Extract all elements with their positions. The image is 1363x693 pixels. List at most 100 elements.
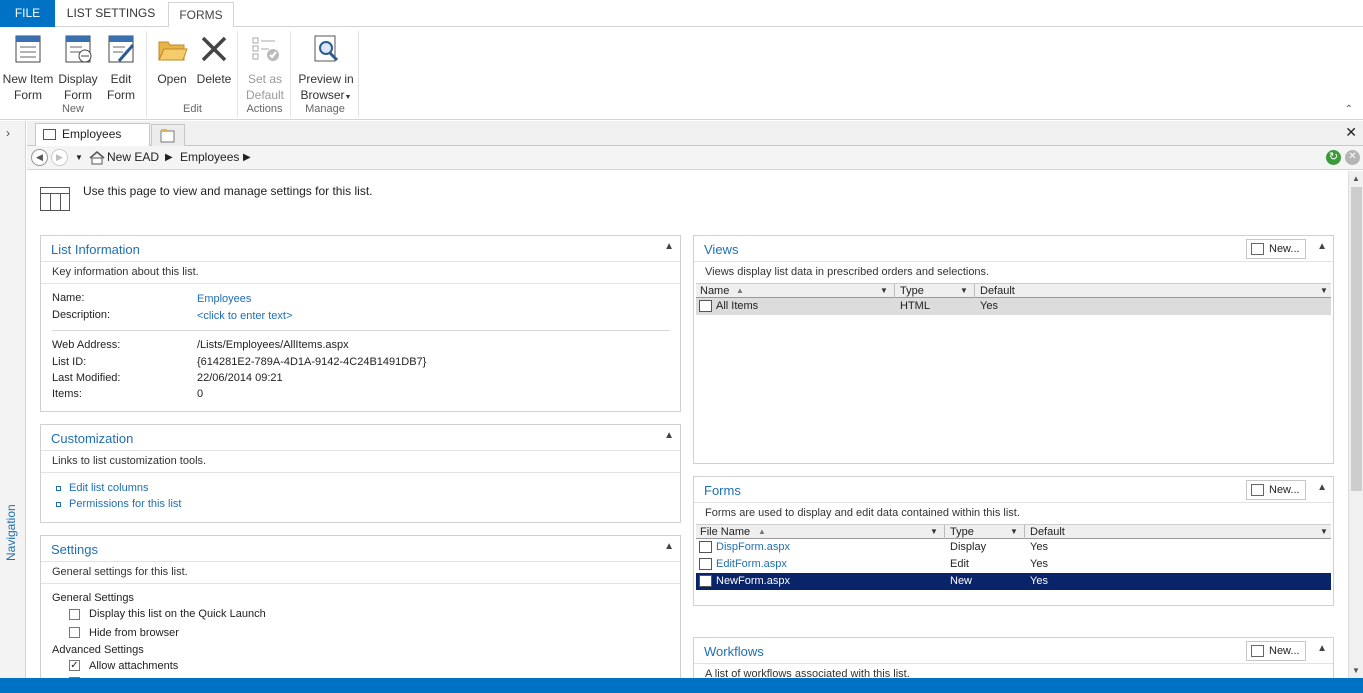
workflows-title: Workflows xyxy=(704,644,764,659)
vertical-scrollbar[interactable]: ▲ ▼ xyxy=(1348,171,1363,678)
collapse-chevron-icon[interactable]: ▲ xyxy=(1317,643,1327,654)
table-row[interactable]: DispForm.aspx Display Yes xyxy=(696,539,1331,556)
doc-tab-employees[interactable]: Employees xyxy=(35,123,150,146)
view-type: HTML xyxy=(900,300,930,312)
list-id-value: {614281E2-789A-4D1A-9142-4C24B1491DB7} xyxy=(197,356,427,368)
display-form-button[interactable]: Display Form xyxy=(56,31,100,103)
breadcrumb-end-separator-icon[interactable]: ▶ xyxy=(243,152,251,163)
filter-dropdown-icon[interactable]: ▼ xyxy=(928,525,940,539)
col-divider[interactable] xyxy=(944,525,945,539)
quick-launch-checkbox[interactable] xyxy=(69,609,80,620)
panel-divider xyxy=(41,472,680,473)
panel-divider xyxy=(694,502,1333,503)
close-tab-icon[interactable]: ✕ xyxy=(1345,124,1357,141)
filter-dropdown-icon[interactable]: ▼ xyxy=(958,284,970,298)
expand-navigation-icon[interactable]: › xyxy=(6,126,10,140)
display-form-icon xyxy=(65,35,92,63)
col-name[interactable]: Name xyxy=(700,285,729,297)
filter-dropdown-icon[interactable]: ▼ xyxy=(1318,284,1330,298)
last-modified-label: Last Modified: xyxy=(52,372,121,384)
new-form-button[interactable]: New... xyxy=(1246,480,1306,500)
breadcrumb: ◀ ▶ ▼ New EAD ▶ Employees ▶ ↻ ✕ xyxy=(27,146,1363,170)
stop-icon[interactable]: ✕ xyxy=(1345,150,1360,165)
web-address-value: /Lists/Employees/AllItems.aspx xyxy=(197,339,349,351)
name-value[interactable]: Employees xyxy=(197,293,251,305)
view-name[interactable]: All Items xyxy=(716,300,758,312)
new-workflow-button[interactable]: New... xyxy=(1246,641,1306,661)
list-settings-icon xyxy=(40,187,70,211)
scroll-up-icon[interactable]: ▲ xyxy=(1352,174,1360,183)
panel-divider xyxy=(41,583,680,584)
breadcrumb-separator-icon[interactable]: ▶ xyxy=(165,152,173,163)
hide-browser-checkbox[interactable] xyxy=(69,627,80,638)
general-settings-label: General Settings xyxy=(52,592,134,604)
col-default[interactable]: Default xyxy=(1030,526,1065,538)
form-file-name[interactable]: EditForm.aspx xyxy=(716,558,787,570)
collapse-ribbon-icon[interactable]: ⌃ xyxy=(1345,104,1353,115)
collapse-chevron-icon[interactable]: ▲ xyxy=(664,241,674,252)
ribbon-group-new-label: New xyxy=(61,103,84,115)
form-file-name[interactable]: NewForm.aspx xyxy=(716,575,790,587)
filter-dropdown-icon[interactable]: ▼ xyxy=(1318,525,1330,539)
new-item-form-button[interactable]: New Item Form xyxy=(2,31,54,103)
form-type: Display xyxy=(950,541,987,553)
edit-form-button[interactable]: Edit Form xyxy=(100,31,142,103)
form-file-name[interactable]: DispForm.aspx xyxy=(716,541,790,553)
col-type[interactable]: Type xyxy=(900,285,924,297)
views-grid-header: Name ▲ ▼ Type ▼ Default ▼ xyxy=(696,283,1331,298)
allow-attachments-checkbox[interactable]: ✓ xyxy=(69,660,80,671)
settings-title: Settings xyxy=(51,542,98,557)
col-type[interactable]: Type xyxy=(950,526,974,538)
breadcrumb-list[interactable]: Employees xyxy=(180,150,239,164)
back-button[interactable]: ◀ xyxy=(31,149,48,166)
info-divider xyxy=(52,330,670,331)
sort-asc-icon[interactable]: ▲ xyxy=(736,286,744,295)
new-tab-button[interactable] xyxy=(151,124,185,146)
new-tab-icon xyxy=(160,129,175,143)
panel-divider xyxy=(41,261,680,262)
table-row[interactable]: EditForm.aspx Edit Yes xyxy=(696,556,1331,573)
scroll-thumb[interactable] xyxy=(1351,187,1362,491)
col-divider[interactable] xyxy=(894,284,895,298)
breadcrumb-site[interactable]: New EAD xyxy=(107,150,159,164)
scroll-down-icon[interactable]: ▼ xyxy=(1352,666,1360,675)
forward-button[interactable]: ▶ xyxy=(51,149,68,166)
forms-desc: Forms are used to display and edit data … xyxy=(705,507,1020,519)
refresh-icon[interactable]: ↻ xyxy=(1326,150,1341,165)
filter-dropdown-icon[interactable]: ▼ xyxy=(878,284,890,298)
customization-panel: Customization ▲ Links to list customizat… xyxy=(40,424,681,523)
view-icon xyxy=(699,300,712,312)
delete-button[interactable]: Delete xyxy=(194,31,234,87)
table-row[interactable]: NewForm.aspx New Yes xyxy=(695,572,1332,591)
collapse-chevron-icon[interactable]: ▲ xyxy=(1317,241,1327,252)
collapse-chevron-icon[interactable]: ▲ xyxy=(664,430,674,441)
views-panel: Views New... ▲ Views display list data i… xyxy=(693,235,1334,464)
collapse-chevron-icon[interactable]: ▲ xyxy=(1317,482,1327,493)
navigation-label[interactable]: Navigation xyxy=(4,504,18,561)
sort-asc-icon[interactable]: ▲ xyxy=(758,527,766,536)
allow-attachments-label: Allow attachments xyxy=(89,660,179,672)
web-address-label: Web Address: xyxy=(52,339,121,351)
col-divider[interactable] xyxy=(1024,525,1025,539)
home-icon[interactable] xyxy=(89,151,105,165)
col-file-name[interactable]: File Name xyxy=(700,526,750,538)
table-row[interactable]: All Items HTML Yes xyxy=(696,298,1331,315)
edit-list-columns-link[interactable]: Edit list columns xyxy=(69,482,148,494)
tab-list-settings[interactable]: LIST SETTINGS xyxy=(58,0,164,27)
set-as-default-button[interactable]: Set as Default xyxy=(241,31,289,103)
doc-tab-label: Employees xyxy=(62,127,122,141)
new-view-button[interactable]: New... xyxy=(1246,239,1306,259)
filter-dropdown-icon[interactable]: ▼ xyxy=(1008,525,1020,539)
collapse-chevron-icon[interactable]: ▲ xyxy=(664,541,674,552)
history-dropdown-icon[interactable]: ▼ xyxy=(75,153,83,162)
tab-forms[interactable]: FORMS xyxy=(168,2,234,28)
tab-file[interactable]: FILE xyxy=(0,0,55,27)
permissions-link[interactable]: Permissions for this list xyxy=(69,498,181,510)
col-default[interactable]: Default xyxy=(980,285,1015,297)
preview-label-2-text: Browser xyxy=(300,88,345,102)
open-button[interactable]: Open xyxy=(152,31,192,87)
col-divider[interactable] xyxy=(974,284,975,298)
preview-in-browser-button[interactable]: Preview in Browser▼ xyxy=(294,31,358,106)
description-value[interactable]: <click to enter text> xyxy=(197,310,292,322)
forms-grid: File Name ▲ ▼ Type ▼ Default ▼ DispForm.… xyxy=(695,524,1332,591)
